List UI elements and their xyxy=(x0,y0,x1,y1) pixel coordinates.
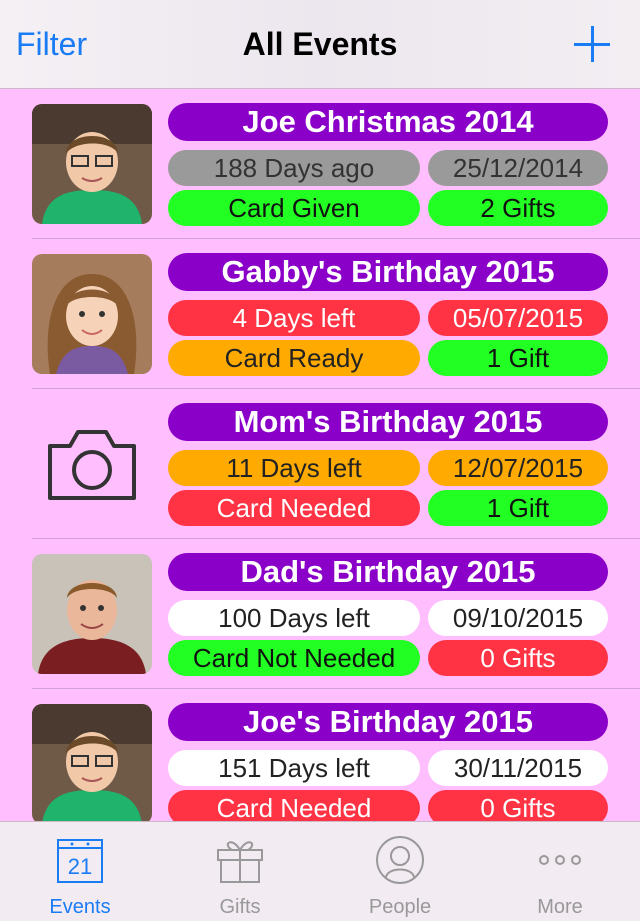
days-badge: 11 Days left xyxy=(168,450,420,486)
photo-boy xyxy=(32,104,152,224)
card-status-badge: Card Needed xyxy=(168,790,420,821)
days-badge: 100 Days left xyxy=(168,600,420,636)
date-badge: 09/10/2015 xyxy=(428,600,608,636)
photo-boy xyxy=(32,704,152,821)
event-row[interactable]: Joe Christmas 2014 188 Days ago 25/12/20… xyxy=(0,89,640,239)
tab-label: More xyxy=(537,896,583,918)
date-badge: 30/11/2015 xyxy=(428,750,608,786)
card-status-badge: Card Needed xyxy=(168,490,420,526)
days-badge: 4 Days left xyxy=(168,300,420,336)
person-icon xyxy=(374,834,426,886)
tab-people[interactable]: People xyxy=(320,822,480,921)
card-status-badge: Card Ready xyxy=(168,340,420,376)
event-title: Joe's Birthday 2015 xyxy=(168,703,608,741)
event-row[interactable]: Gabby's Birthday 2015 4 Days left 05/07/… xyxy=(0,239,640,389)
plus-icon[interactable] xyxy=(574,26,610,62)
gifts-count-badge: 2 Gifts xyxy=(428,190,608,226)
photo-girl xyxy=(32,254,152,374)
tab-label: Gifts xyxy=(219,896,261,918)
days-badge: 151 Days left xyxy=(168,750,420,786)
date-badge: 25/12/2014 xyxy=(428,150,608,186)
tab-events[interactable]: 21 Events xyxy=(0,822,160,921)
gifts-count-badge: 1 Gift xyxy=(428,490,608,526)
page-title: All Events xyxy=(242,26,398,62)
event-row[interactable]: Mom's Birthday 2015 11 Days left 12/07/2… xyxy=(0,389,640,539)
gifts-count-badge: 1 Gift xyxy=(428,340,608,376)
tab-more[interactable]: More xyxy=(480,822,640,921)
more-icon xyxy=(534,834,586,886)
photo-man xyxy=(32,554,152,674)
calendar-day-text: 21 xyxy=(68,854,92,879)
tab-label: People xyxy=(368,896,432,918)
date-badge: 05/07/2015 xyxy=(428,300,608,336)
days-badge: 188 Days ago xyxy=(168,150,420,186)
tab-bar: 21 Events Gifts People More xyxy=(0,821,640,921)
navigation-bar: Filter All Events xyxy=(0,0,640,89)
gifts-count-badge: 0 Gifts xyxy=(428,640,608,676)
event-title: Joe Christmas 2014 xyxy=(168,103,608,141)
event-title: Dad's Birthday 2015 xyxy=(168,553,608,591)
card-status-badge: Card Given xyxy=(168,190,420,226)
event-row[interactable]: Dad's Birthday 2015 100 Days left 09/10/… xyxy=(0,539,640,689)
gifts-count-badge: 0 Gifts xyxy=(428,790,608,821)
tab-gifts[interactable]: Gifts xyxy=(160,822,320,921)
calendar-icon: 21 xyxy=(54,834,106,886)
gift-icon xyxy=(214,834,266,886)
card-status-badge: Card Not Needed xyxy=(168,640,420,676)
event-title: Gabby's Birthday 2015 xyxy=(168,253,608,291)
events-list: Joe Christmas 2014 188 Days ago 25/12/20… xyxy=(0,89,640,821)
tab-label: Events xyxy=(49,896,111,918)
event-row[interactable]: Joe's Birthday 2015 151 Days left 30/11/… xyxy=(0,689,640,821)
camera-icon[interactable] xyxy=(44,424,140,504)
event-title: Mom's Birthday 2015 xyxy=(168,403,608,441)
date-badge: 12/07/2015 xyxy=(428,450,608,486)
